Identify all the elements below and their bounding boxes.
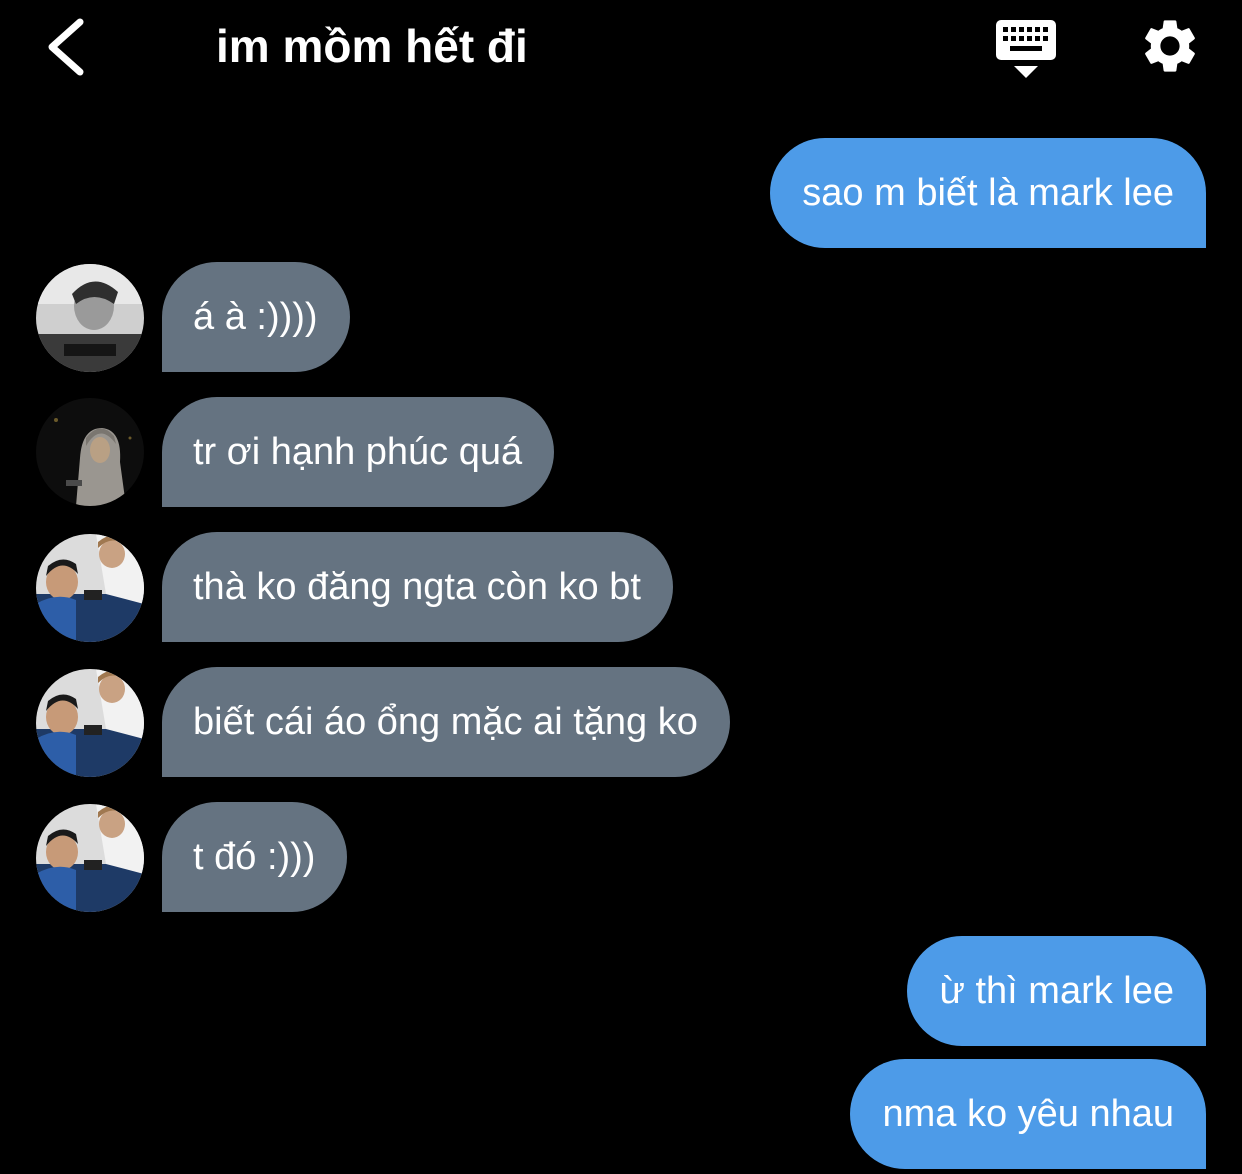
chat-header: im mồm hết đi bbox=[0, 0, 1242, 100]
message-bubble-outgoing[interactable]: sao m biết là mark lee bbox=[770, 138, 1206, 248]
avatar-image bbox=[36, 264, 144, 372]
message-bubble-outgoing[interactable]: ừ thì mark lee bbox=[907, 936, 1206, 1046]
avatar-image bbox=[36, 669, 144, 777]
settings-button[interactable] bbox=[1138, 14, 1202, 78]
chevron-left-icon bbox=[48, 18, 84, 76]
message-bubble-incoming[interactable]: thà ko đăng ngta còn ko bt bbox=[162, 532, 673, 642]
avatar-image bbox=[36, 804, 144, 912]
avatar-hoodie-night[interactable] bbox=[36, 398, 144, 506]
chat-title: im mồm hết đi bbox=[216, 20, 528, 72]
message-bubble-outgoing[interactable]: nma ko yêu nhau bbox=[850, 1059, 1206, 1169]
message-bubble-incoming[interactable]: á à :)))) bbox=[162, 262, 350, 372]
gear-icon bbox=[1145, 20, 1195, 72]
message-bubble-incoming[interactable]: biết cái áo ổng mặc ai tặng ko bbox=[162, 667, 730, 777]
message-bubble-incoming[interactable]: tr ơi hạnh phúc quá bbox=[162, 397, 555, 507]
keyboard-button[interactable] bbox=[992, 18, 1060, 80]
keyboard-icon bbox=[996, 20, 1056, 78]
message-bubble-incoming[interactable]: t đó :))) bbox=[162, 802, 348, 912]
avatar-grayscale-portrait[interactable] bbox=[36, 264, 144, 372]
back-button[interactable] bbox=[40, 16, 100, 78]
avatar-two-people-phone[interactable] bbox=[36, 804, 144, 912]
avatar-two-people-phone[interactable] bbox=[36, 669, 144, 777]
avatar-image bbox=[36, 534, 144, 642]
avatar-two-people-phone[interactable] bbox=[36, 534, 144, 642]
avatar-image bbox=[36, 398, 144, 506]
